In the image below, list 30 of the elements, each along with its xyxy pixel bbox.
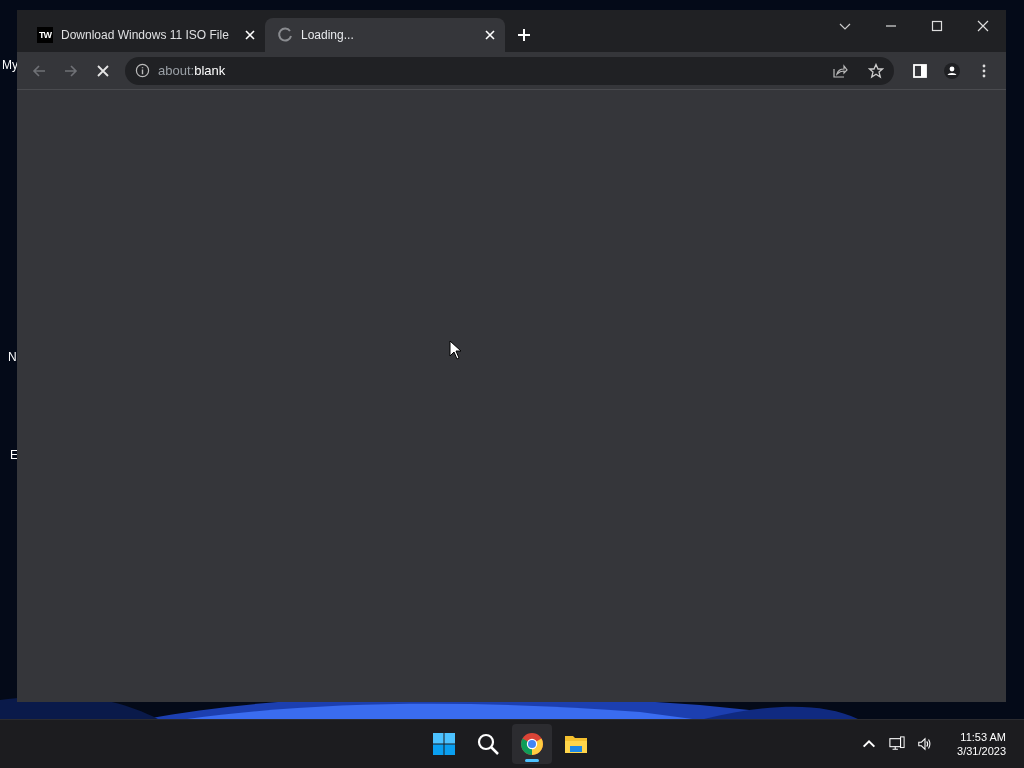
- back-icon[interactable]: [31, 62, 47, 79]
- side-panel-icon[interactable]: [912, 62, 928, 79]
- browser-tab[interactable]: TW Download Windows 11 ISO File: [25, 18, 265, 52]
- share-icon[interactable]: [832, 62, 848, 79]
- clock-time[interactable]: 11:53 AM: [960, 731, 1006, 744]
- profile-icon[interactable]: [944, 62, 960, 79]
- browser-tab[interactable]: Loading...: [265, 18, 505, 52]
- stop-icon[interactable]: [95, 62, 111, 79]
- star-icon[interactable]: [868, 62, 884, 79]
- address-bar[interactable]: about:blank: [125, 56, 894, 85]
- desktop-icon-label[interactable]: N: [8, 350, 17, 364]
- mouse-pointer-icon: [449, 340, 461, 360]
- desktop-icon-label[interactable]: My: [2, 58, 18, 72]
- close-tab-icon[interactable]: [245, 30, 255, 40]
- url-text: about:blank: [158, 63, 226, 78]
- close-icon[interactable]: [977, 20, 989, 32]
- maximize-icon[interactable]: [931, 20, 943, 32]
- info-icon: [135, 63, 150, 78]
- network-icon[interactable]: [889, 736, 906, 753]
- spinner-icon: [277, 27, 293, 43]
- browser-logo-icon: [520, 732, 544, 757]
- taskbar-app[interactable]: [512, 724, 552, 765]
- new-tab-icon[interactable]: [517, 28, 531, 42]
- site-favicon: TW: [37, 27, 53, 43]
- windows-logo-icon: [432, 732, 456, 757]
- desktop-icon-label[interactable]: E: [10, 448, 18, 462]
- close-tab-icon[interactable]: [485, 30, 495, 40]
- clock-date[interactable]: 3/31/2023: [957, 745, 1006, 758]
- forward-icon[interactable]: [63, 62, 79, 79]
- search-icon: [476, 732, 500, 757]
